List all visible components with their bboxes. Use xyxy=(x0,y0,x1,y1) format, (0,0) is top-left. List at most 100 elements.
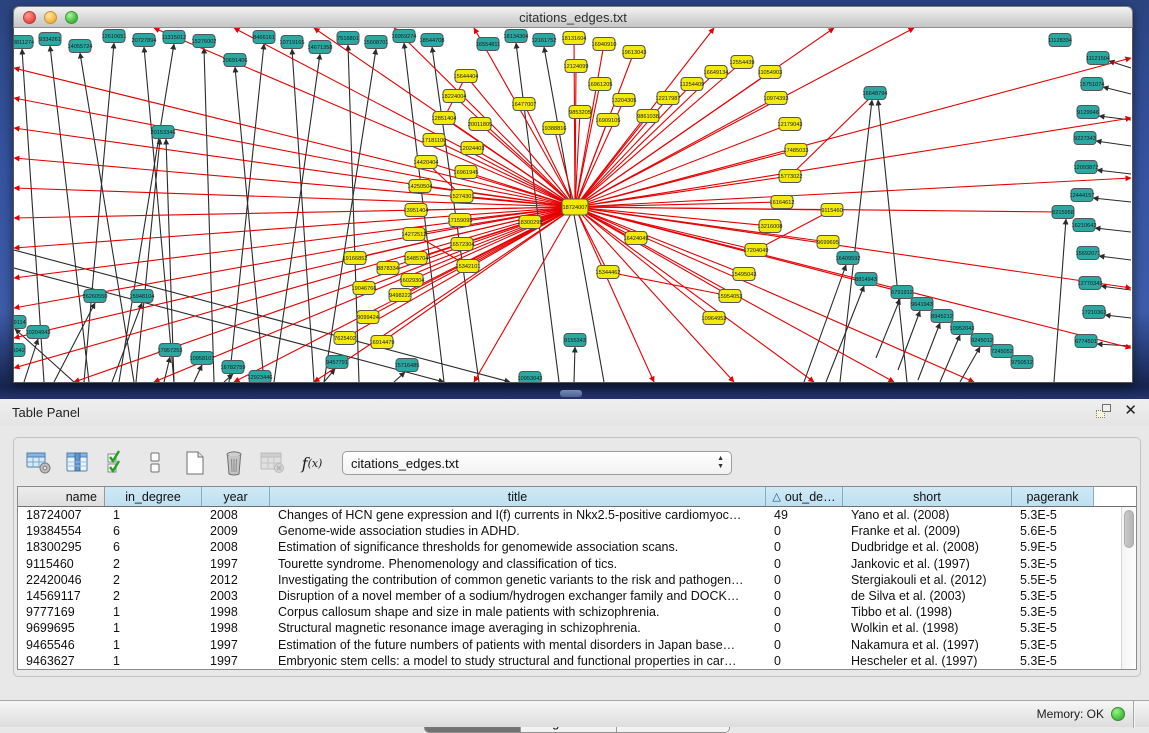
graph-node-label: 15751074 xyxy=(1080,82,1105,88)
graph-node-label: 12770343 xyxy=(1078,281,1103,287)
graph-edge xyxy=(840,100,872,382)
delete-column-button[interactable] xyxy=(219,448,249,478)
show-columns-button[interactable] xyxy=(63,448,93,478)
table-options-button[interactable] xyxy=(24,448,54,478)
graph-node-label: 15692071 xyxy=(1076,251,1101,257)
table-row[interactable]: 977716911998Corpus callosum shape and si… xyxy=(18,604,1136,620)
table-cell-pagerank: 5.3E-5 xyxy=(1012,588,1094,604)
graph-node-label: 15276002 xyxy=(192,39,217,45)
table-cell-name: 9465546 xyxy=(18,637,105,653)
graph-node-label: 14671358 xyxy=(308,45,333,51)
graph-node-label: 17957253 xyxy=(158,348,183,354)
close-window-button[interactable] xyxy=(23,11,36,24)
table-cell-year: 2008 xyxy=(202,507,270,523)
graph-edge xyxy=(119,44,174,382)
table-cell-out-de-: 0 xyxy=(766,637,843,653)
column-header-out-de-[interactable]: △out_de… xyxy=(766,487,843,506)
column-header-label: short xyxy=(913,490,941,504)
table-row[interactable]: 1456911722003Disruption of a novel membe… xyxy=(18,588,1136,604)
graph-node-label: 11254409 xyxy=(680,82,704,88)
table-cell-in-degree: 6 xyxy=(105,539,202,555)
table-cell-out-de-: 0 xyxy=(766,588,843,604)
graph-node-label: 9750512 xyxy=(1011,360,1033,366)
graph-node-label: 9227343 xyxy=(1074,136,1096,142)
graph-node-label: 10204943 xyxy=(26,330,51,336)
column-header-in-degree[interactable]: in_degree xyxy=(105,487,202,506)
graph-node-label: 15485704 xyxy=(404,256,429,262)
table-cell-year: 1997 xyxy=(202,653,270,669)
table-cell-short: Dudbridge et al. (2008) xyxy=(843,539,1012,555)
table-row[interactable]: 1938455462009Genome-wide association stu… xyxy=(18,523,1136,539)
float-panel-icon[interactable] xyxy=(1096,404,1111,418)
graph-node-label: 14272512 xyxy=(402,232,427,238)
zoom-window-button[interactable] xyxy=(65,11,78,24)
table-cell-in-degree: 1 xyxy=(105,653,202,669)
graph-edge xyxy=(575,120,608,207)
table-cell-in-degree: 2 xyxy=(105,588,202,604)
graph-edge xyxy=(204,48,214,382)
delete-table-button[interactable] xyxy=(258,448,288,478)
column-header-short[interactable]: short xyxy=(843,487,1012,506)
table-row[interactable]: 1830029562008Estimation of significance … xyxy=(18,539,1136,555)
table-row[interactable]: 946554611997Estimation of the future num… xyxy=(18,637,1136,653)
table-cell-out-de-: 0 xyxy=(766,620,843,636)
column-header-pagerank[interactable]: pagerank xyxy=(1012,487,1094,506)
table-cell-in-degree: 6 xyxy=(105,523,202,539)
graph-node-label: 17204049 xyxy=(744,248,769,254)
graph-edge xyxy=(50,46,89,382)
graph-edge xyxy=(235,67,264,382)
graph-edge xyxy=(274,54,320,382)
table-row[interactable]: 946362711997Embryonic stem cells: a mode… xyxy=(18,653,1136,669)
graph-edge xyxy=(898,311,920,370)
table-cell-pagerank: 5.3E-5 xyxy=(1012,604,1094,620)
graph-node-label: 9853205 xyxy=(569,110,591,116)
network-canvas[interactable]: 1881127493342611405572412610651207278941… xyxy=(13,28,1133,383)
graph-node-label: 19166852 xyxy=(343,256,368,262)
table-row[interactable]: 911546021997Tourette syndrome. Phenomeno… xyxy=(18,556,1136,572)
panel-splitter-handle[interactable] xyxy=(560,390,582,397)
network-desktop: citations_edges.txt 18811274933426114055… xyxy=(0,0,1149,399)
network-window-titlebar[interactable]: citations_edges.txt xyxy=(13,6,1133,28)
graph-node-label: 16164612 xyxy=(770,200,795,206)
graph-node-label: 11121504 xyxy=(1086,56,1110,62)
table-row[interactable]: 2242004622012Investigating the contribut… xyxy=(18,572,1136,588)
table-cell-in-degree: 2 xyxy=(105,556,202,572)
node-table: namein_degreeyear title △out_de… short pager… xyxy=(17,486,1137,670)
graph-node-label: 9245012 xyxy=(971,338,993,344)
table-row[interactable]: 1872400712008Changes of HCN gene express… xyxy=(18,507,1136,523)
close-panel-icon[interactable]: ✕ xyxy=(1124,404,1137,418)
graph-node-label: 7901042 xyxy=(14,348,25,354)
table-cell-pagerank: 5.6E-5 xyxy=(1012,523,1094,539)
select-all-button[interactable] xyxy=(102,448,132,478)
table-row[interactable]: 969969511998Structural magnetic resonanc… xyxy=(18,620,1136,636)
network-selector[interactable]: citations_edges.txt ▲▼ xyxy=(342,451,732,475)
column-header-label: title xyxy=(508,490,527,504)
function-builder-button[interactable]: f(x) xyxy=(297,448,327,478)
table-cell-name: 18724007 xyxy=(18,507,105,523)
table-cell-in-degree: 2 xyxy=(105,572,202,588)
column-header-year[interactable]: year xyxy=(202,487,270,506)
graph-node-label: 10964953 xyxy=(702,316,727,322)
minimize-window-button[interactable] xyxy=(44,11,57,24)
table-cell-name: 9777169 xyxy=(18,604,105,620)
graph-node-label: 18224004 xyxy=(442,94,467,100)
graph-node-label: 6774501 xyxy=(1075,339,1097,345)
table-cell-pagerank: 5.3E-5 xyxy=(1012,637,1094,653)
deselect-all-button[interactable] xyxy=(141,448,171,478)
graph-node-label: 7245052 xyxy=(991,349,1013,355)
table-cell-out-de-: 0 xyxy=(766,539,843,555)
column-header-name[interactable]: name xyxy=(18,487,105,506)
table-vertical-scrollbar[interactable] xyxy=(1121,507,1136,669)
graph-edge xyxy=(292,49,314,382)
table-cell-year: 2003 xyxy=(202,588,270,604)
graph-node-label: 9457791 xyxy=(326,360,348,366)
graph-node-label: 12610651 xyxy=(102,34,127,40)
graph-node-label: 20727894 xyxy=(132,38,157,44)
graph-node-label: 18134304 xyxy=(504,34,529,40)
create-column-button[interactable] xyxy=(180,448,210,478)
graph-edge xyxy=(24,339,38,382)
column-header-title[interactable]: title xyxy=(270,487,766,506)
scrollbar-thumb[interactable] xyxy=(1124,510,1134,548)
graph-node-label: 26260550 xyxy=(83,294,108,300)
node-table-body: 1872400712008Changes of HCN gene express… xyxy=(18,507,1136,669)
